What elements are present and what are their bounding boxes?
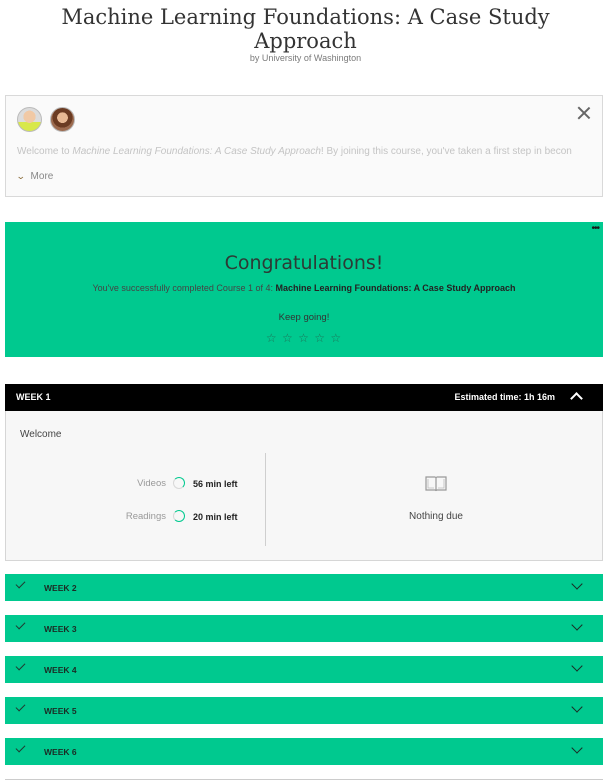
congratulations-banner: ••• Congratulations! You've successfully… [5, 222, 603, 357]
rating-stars: ☆ ☆ ☆ ☆ ☆ [5, 331, 603, 345]
instructor-avatar[interactable] [17, 107, 42, 132]
completion-message: You've successfully completed Course 1 o… [5, 283, 603, 293]
welcome-course-name: Machine Learning Foundations: A Case Stu… [72, 146, 321, 157]
star-icon[interactable]: ☆ [282, 331, 294, 345]
chevron-down-icon[interactable] [571, 701, 583, 713]
course-byline: by University of Washington [249, 53, 362, 63]
congrats-heading: Congratulations! [224, 252, 384, 274]
star-icon[interactable]: ☆ [314, 331, 326, 345]
check-icon [15, 742, 26, 753]
week-label: WEEK 4 [44, 665, 77, 675]
week-2-row[interactable]: WEEK 2 [5, 574, 603, 601]
check-icon [15, 578, 26, 589]
estimated-time: Estimated time: 1h 16m [454, 392, 555, 402]
welcome-text-prefix: Welcome to [17, 146, 73, 157]
instructor-avatar[interactable] [50, 107, 75, 132]
week-5-row[interactable]: WEEK 5 [5, 697, 603, 724]
week-6-row[interactable]: WEEK 6 [5, 738, 603, 765]
videos-label: Videos [137, 478, 166, 489]
star-icon[interactable]: ☆ [330, 331, 342, 345]
divider [265, 453, 266, 546]
videos-time-left: 56 min left [193, 479, 238, 489]
week-label: WEEK 6 [44, 747, 77, 757]
check-icon [15, 701, 26, 712]
week-4-row[interactable]: WEEK 4 [5, 656, 603, 683]
welcome-message: Welcome to Machine Learning Foundations:… [17, 146, 595, 157]
chevron-down-icon[interactable] [571, 660, 583, 672]
week-1-header[interactable]: WEEK 1 Estimated time: 1h 16m [5, 384, 603, 411]
nothing-due-text: Nothing due [409, 511, 463, 522]
welcome-card: Welcome to Machine Learning Foundations:… [5, 95, 603, 197]
chevron-down-icon: ⌄ [15, 171, 26, 181]
readings-time-left: 20 min left [193, 512, 238, 522]
week-label: WEEK 3 [44, 624, 77, 634]
chevron-down-icon[interactable] [571, 742, 583, 754]
check-icon [15, 619, 26, 630]
completion-prefix: You've successfully completed Course 1 o… [92, 283, 276, 293]
more-options-icon[interactable]: ••• [591, 223, 599, 234]
star-icon[interactable]: ☆ [266, 331, 278, 345]
chevron-down-icon[interactable] [571, 619, 583, 631]
week-3-row[interactable]: WEEK 3 [5, 615, 603, 642]
readings-label: Readings [125, 511, 166, 522]
welcome-text-suffix: ! By joining this course, you've taken a… [320, 146, 572, 157]
course-title-line-1: Machine Learning Foundations: A Case Stu… [61, 5, 550, 29]
completion-course: Machine Learning Foundations: A Case Stu… [275, 283, 516, 293]
progress-ring-icon [173, 477, 185, 489]
check-icon [15, 660, 26, 671]
course-title-line-2: Approach [254, 29, 357, 53]
keep-going-text: Keep going! [278, 312, 330, 323]
week-label: WEEK 5 [44, 706, 77, 716]
close-icon[interactable] [576, 105, 592, 121]
chevron-up-icon[interactable] [570, 392, 583, 405]
progress-ring-icon [173, 510, 185, 522]
more-label: More [30, 171, 54, 182]
week-label: WEEK 2 [44, 583, 77, 593]
course-title: Machine Learning Foundations: A Case Stu… [0, 5, 611, 53]
chevron-down-icon[interactable] [571, 578, 583, 590]
week-1-panel: Welcome Videos 56 min left Readings 20 m… [5, 411, 603, 561]
more-button[interactable]: ⌄ More [15, 171, 54, 182]
divider [5, 779, 603, 780]
module-title[interactable]: Welcome [20, 429, 62, 440]
book-icon [425, 476, 447, 492]
star-icon[interactable]: ☆ [298, 331, 310, 345]
week-1-label: WEEK 1 [16, 392, 51, 402]
